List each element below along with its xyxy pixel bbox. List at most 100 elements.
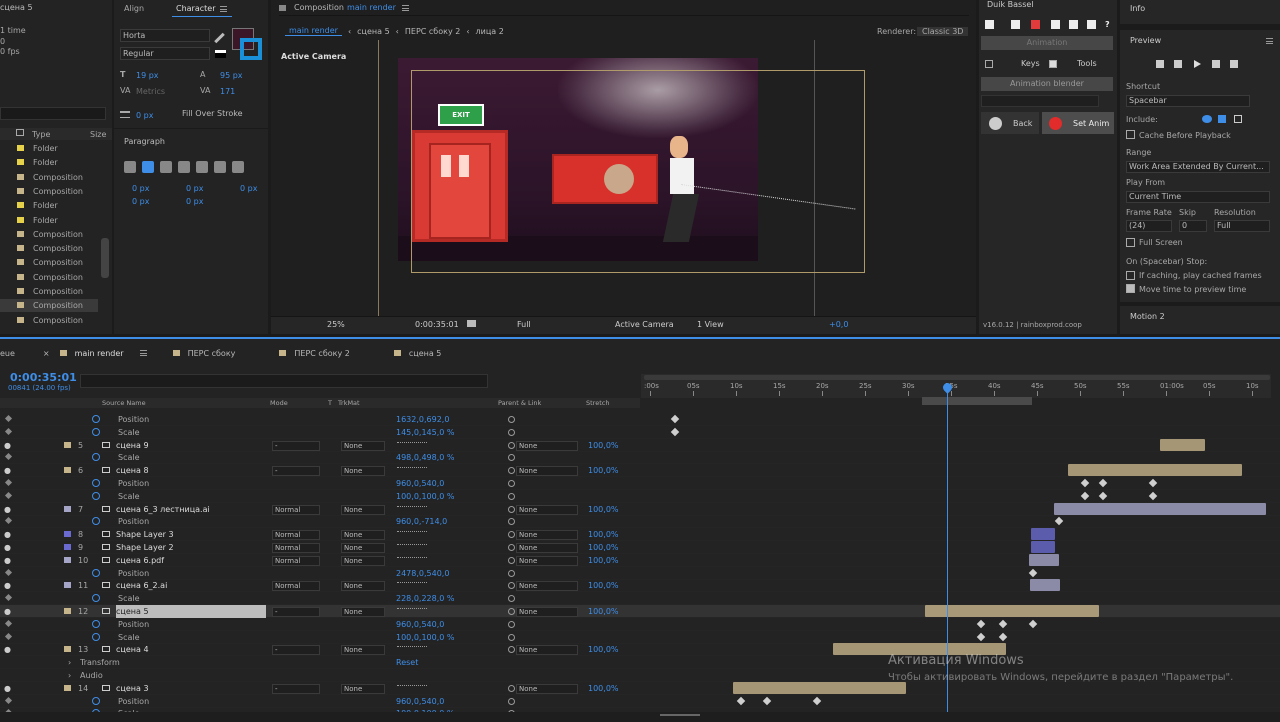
zoom-slider[interactable] bbox=[660, 714, 700, 716]
label-color-swatch[interactable] bbox=[64, 556, 71, 563]
disclosure-icon[interactable]: › bbox=[68, 656, 71, 669]
layer-row[interactable]: ● 14 сцена 3- None None 100,0% bbox=[0, 681, 1280, 695]
first-frame-icon[interactable] bbox=[1156, 60, 1164, 68]
layer-name[interactable]: сцена 3 bbox=[116, 682, 266, 695]
stretch-value[interactable]: 100,0% bbox=[588, 464, 619, 477]
property-value[interactable]: 228,0,228,0 % bbox=[396, 592, 455, 605]
property-value[interactable]: 2478,0,540,0 bbox=[396, 567, 449, 580]
stretch-value[interactable]: 100,0% bbox=[588, 439, 619, 452]
property-row[interactable]: Position 960,0,540,0 bbox=[0, 618, 1280, 631]
composition-tab-name[interactable]: main render bbox=[347, 3, 396, 12]
project-item[interactable]: Composition bbox=[0, 171, 98, 184]
range-select[interactable]: Work Area Extended By Current... bbox=[1126, 161, 1270, 173]
duik-wrench-icon[interactable] bbox=[1087, 20, 1096, 29]
font-family-select[interactable]: Horta bbox=[120, 29, 210, 42]
expression-pickwhip-icon[interactable] bbox=[508, 518, 515, 526]
project-item[interactable]: Composition bbox=[0, 285, 98, 298]
layer-row[interactable]: ● 11 сцена 6_2.ai Normal None None 100,0% bbox=[0, 579, 1280, 593]
property-row[interactable]: Scale 228,0,228,0 % bbox=[0, 592, 1280, 606]
stroke-mode-select[interactable]: Fill Over Stroke bbox=[180, 108, 264, 121]
breadcrumb-pers[interactable]: ПЕРС сбоку 2 bbox=[405, 27, 460, 36]
stretch-value[interactable]: 100,0% bbox=[588, 682, 619, 695]
trkmat-select[interactable]: None bbox=[341, 530, 385, 541]
prev-frame-icon[interactable] bbox=[1174, 60, 1182, 68]
layer-duration-bar[interactable] bbox=[1029, 553, 1059, 566]
visibility-eye-icon[interactable]: ● bbox=[4, 682, 12, 695]
switches-icon[interactable] bbox=[397, 467, 427, 473]
expression-pickwhip-icon[interactable] bbox=[508, 416, 515, 423]
keyframe-navigator-icon[interactable] bbox=[4, 632, 13, 640]
stretch-value[interactable]: 100,0% bbox=[588, 541, 619, 554]
size-header[interactable]: Size bbox=[90, 130, 106, 139]
camera-bounding-box[interactable] bbox=[411, 70, 865, 273]
stopwatch-icon[interactable] bbox=[92, 427, 100, 436]
label-color-swatch[interactable] bbox=[64, 582, 71, 589]
align-left-icon[interactable] bbox=[124, 161, 136, 173]
stopwatch-icon[interactable] bbox=[92, 619, 100, 628]
property-value[interactable]: 1632,0,692,0 bbox=[396, 413, 449, 426]
layer-row[interactable]: ● 10 сцена 6.pdf Normal None None 100,0% bbox=[0, 553, 1280, 567]
indent-right-value[interactable]: 0 px bbox=[186, 184, 203, 193]
view-layout-select[interactable]: 1 View bbox=[697, 320, 724, 329]
move-time-checkbox[interactable] bbox=[1126, 284, 1135, 293]
label-color-swatch[interactable] bbox=[64, 531, 71, 538]
align-center-icon[interactable] bbox=[142, 161, 154, 173]
parent-pickwhip-icon[interactable] bbox=[508, 608, 515, 615]
duik-help-icon[interactable]: ? bbox=[1105, 20, 1110, 29]
expression-pickwhip-icon[interactable] bbox=[508, 492, 515, 500]
parent-pickwhip-icon[interactable] bbox=[508, 505, 515, 513]
label-color-swatch[interactable] bbox=[64, 544, 71, 550]
parent-select[interactable]: None bbox=[516, 440, 578, 451]
project-item[interactable]: Composition bbox=[0, 242, 98, 255]
zoom-select[interactable]: 25% bbox=[327, 320, 345, 329]
project-item[interactable]: Composition bbox=[0, 256, 98, 269]
layer-duration-bar[interactable] bbox=[1068, 464, 1242, 477]
stopwatch-icon[interactable] bbox=[92, 568, 100, 577]
parent-pickwhip-icon[interactable] bbox=[508, 441, 515, 449]
indent-first-value[interactable]: 0 px bbox=[132, 197, 149, 206]
switches-icon[interactable] bbox=[397, 608, 427, 614]
parent-select[interactable]: None bbox=[516, 504, 578, 515]
play-from-select[interactable]: Current Time bbox=[1126, 191, 1270, 203]
align-right-icon[interactable] bbox=[160, 161, 172, 173]
label-color-swatch[interactable] bbox=[64, 467, 71, 474]
cache-checkbox[interactable] bbox=[1126, 130, 1135, 139]
stretch-value[interactable]: 100,0% bbox=[588, 528, 619, 541]
blend-mode-select[interactable]: Normal bbox=[272, 504, 320, 515]
trkmat-select[interactable]: None bbox=[341, 543, 385, 553]
animation-blender-button[interactable]: Animation blender bbox=[981, 77, 1113, 91]
font-size-value[interactable]: 19 px bbox=[136, 71, 159, 80]
expression-pickwhip-icon[interactable] bbox=[508, 428, 515, 436]
layer-duration-bar[interactable] bbox=[1031, 541, 1055, 553]
stopwatch-icon[interactable] bbox=[92, 491, 100, 500]
visibility-eye-icon[interactable]: ● bbox=[4, 579, 12, 592]
tab-align[interactable]: Align bbox=[124, 4, 144, 13]
property-value[interactable]: 498,0,498,0 % bbox=[396, 451, 455, 464]
layer-duration-bar[interactable] bbox=[1030, 579, 1060, 592]
keyframe-navigator-icon[interactable] bbox=[4, 414, 13, 423]
stopwatch-icon[interactable] bbox=[92, 517, 100, 526]
trkmat-select[interactable]: None bbox=[341, 466, 385, 477]
stopwatch-icon[interactable] bbox=[92, 632, 100, 641]
property-value[interactable]: 960,0,540,0 bbox=[396, 618, 444, 631]
switches-icon[interactable] bbox=[397, 531, 427, 537]
layer-row[interactable]: ● 12 сцена 5- None None 100,0% bbox=[0, 605, 1280, 618]
expression-pickwhip-icon[interactable] bbox=[508, 480, 515, 487]
layer-row[interactable]: ● 6 сцена 8- None None 100,0% bbox=[0, 464, 1280, 478]
expression-pickwhip-icon[interactable] bbox=[508, 697, 515, 705]
blender-select[interactable] bbox=[981, 95, 1099, 107]
shortcut-select[interactable]: Spacebar bbox=[1126, 95, 1250, 107]
project-item[interactable]: Folder bbox=[0, 142, 98, 155]
layer-duration-bar[interactable] bbox=[1031, 528, 1055, 541]
parent-pickwhip-icon[interactable] bbox=[508, 531, 515, 539]
layer-duration-bar[interactable] bbox=[733, 681, 906, 694]
layer-name[interactable]: сцена 6_2.ai bbox=[116, 579, 266, 592]
keyframe-navigator-icon[interactable] bbox=[4, 427, 13, 435]
duik-rig-icon[interactable] bbox=[985, 20, 994, 29]
quality-select[interactable]: Full bbox=[517, 320, 531, 329]
property-value[interactable]: 960,0,-714,0 bbox=[396, 515, 447, 528]
layer-name[interactable]: сцена 9 bbox=[116, 439, 266, 452]
project-search-input[interactable] bbox=[0, 107, 106, 120]
disclosure-icon[interactable]: › bbox=[68, 669, 71, 682]
label-color-swatch[interactable] bbox=[64, 505, 71, 512]
